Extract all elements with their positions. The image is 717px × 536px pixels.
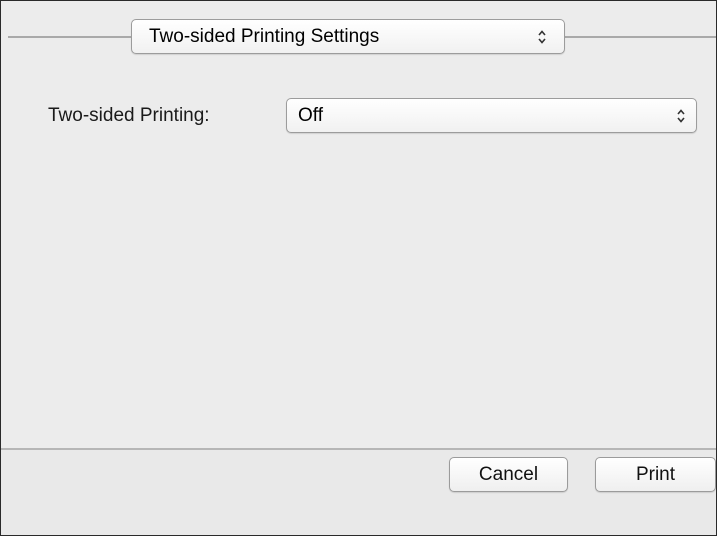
print-button[interactable]: Print <box>595 457 716 492</box>
two-sided-printing-value: Off <box>298 104 323 126</box>
two-sided-printing-popup[interactable]: Off <box>286 98 697 133</box>
section-popup-button[interactable]: Two-sided Printing Settings <box>131 19 565 54</box>
pane-divider-right <box>565 36 716 38</box>
two-sided-printing-label: Two-sided Printing: <box>48 105 210 126</box>
pane-divider-left <box>8 36 133 38</box>
settings-pane: Two-sided Printing Settings Two-sided Pr… <box>1 1 716 448</box>
updown-arrows-icon <box>538 29 546 44</box>
section-popup-label: Two-sided Printing Settings <box>149 25 380 47</box>
updown-arrows-icon <box>677 108 685 123</box>
cancel-button[interactable]: Cancel <box>449 457 568 492</box>
print-dialog: Two-sided Printing Settings Two-sided Pr… <box>0 0 717 536</box>
